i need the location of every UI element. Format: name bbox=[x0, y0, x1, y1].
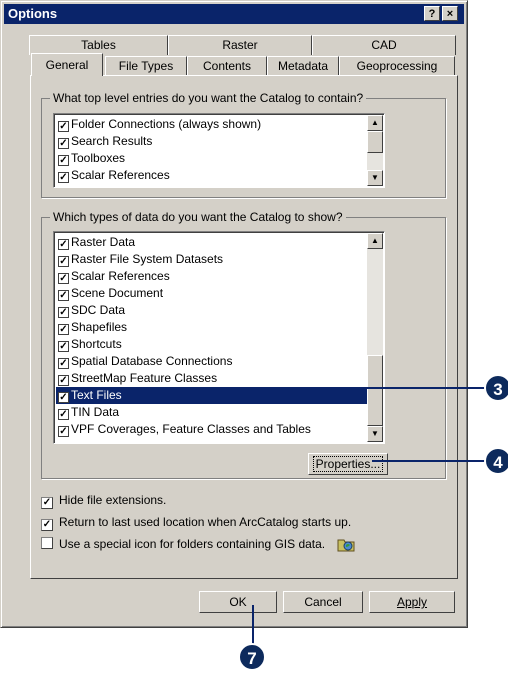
checkbox-icon[interactable]: ✓ bbox=[58, 375, 69, 386]
list-item[interactable]: ✓ VPF Coverages, Feature Classes and Tabl… bbox=[56, 421, 311, 438]
list-item[interactable]: ✓ Toolboxes bbox=[56, 150, 125, 167]
callout-4: 4 bbox=[484, 447, 508, 475]
checkbox-icon[interactable]: ✓ bbox=[58, 290, 69, 301]
data-types-group: Which types of data do you want the Cata… bbox=[41, 210, 446, 479]
ok-button[interactable]: OK bbox=[199, 591, 277, 613]
checkbox-icon[interactable]: ✓ bbox=[58, 121, 69, 132]
checkbox-icon[interactable]: ✓ bbox=[58, 307, 69, 318]
catalog-contents-legend: What top level entries do you want the C… bbox=[50, 91, 367, 105]
cancel-button[interactable]: Cancel bbox=[283, 591, 363, 613]
tab-tables[interactable]: Tables bbox=[29, 35, 168, 55]
list-item[interactable]: ✓ Shapefiles bbox=[56, 319, 127, 336]
scroll-down-icon[interactable]: ▼ bbox=[367, 426, 383, 442]
tab-file-types[interactable]: File Types bbox=[105, 56, 187, 76]
callout-line-3 bbox=[342, 387, 488, 389]
checkbox-icon[interactable] bbox=[41, 537, 53, 549]
list-item[interactable]: ✓ StreetMap Feature Classes bbox=[56, 370, 217, 387]
special-icon-option[interactable]: Use a special icon for folders containin… bbox=[41, 536, 355, 554]
list-item[interactable]: ✓ Raster Data bbox=[56, 234, 135, 251]
hide-extensions-option[interactable]: ✓ Hide file extensions. bbox=[41, 492, 166, 510]
list-item[interactable]: ✓ Raster File System Datasets bbox=[56, 251, 223, 268]
callout-line-4 bbox=[372, 460, 488, 462]
data-types-list[interactable]: ✓ Raster Data ✓ Raster File System Dataset… bbox=[53, 231, 385, 444]
list-item-selected[interactable]: ✓ Text Files bbox=[56, 387, 367, 404]
options-dialog: Options ? × Tables Raster CAD General Fi… bbox=[0, 0, 468, 628]
checkbox-icon[interactable]: ✓ bbox=[58, 256, 69, 267]
list-item[interactable]: ✓ Scalar References bbox=[56, 167, 170, 184]
apply-button[interactable]: Apply bbox=[369, 591, 455, 613]
list-item[interactable]: ✓ Folder Connections (always shown) bbox=[56, 116, 261, 133]
properties-button[interactable]: Properties... bbox=[308, 453, 388, 475]
checkbox-icon[interactable]: ✓ bbox=[58, 392, 69, 403]
list-item[interactable]: ✓ Spatial Database Connections bbox=[56, 353, 232, 370]
checkbox-icon[interactable]: ✓ bbox=[41, 519, 53, 531]
title-bar[interactable]: Options ? × bbox=[4, 4, 464, 24]
checkbox-icon[interactable]: ✓ bbox=[58, 409, 69, 420]
scroll-thumb[interactable] bbox=[367, 131, 383, 153]
checkbox-icon[interactable]: ✓ bbox=[58, 155, 69, 166]
tab-raster[interactable]: Raster bbox=[168, 35, 312, 55]
catalog-contents-list[interactable]: ✓ Folder Connections (always shown) ✓ Sear… bbox=[53, 113, 385, 188]
list-item[interactable]: ✓ TIN Data bbox=[56, 404, 119, 421]
checkbox-icon[interactable]: ✓ bbox=[58, 138, 69, 149]
list-item[interactable]: ✓ Search Results bbox=[56, 133, 152, 150]
list-item[interactable]: ✓ SDC Data bbox=[56, 302, 125, 319]
scroll-up-icon[interactable]: ▲ bbox=[367, 115, 383, 131]
scrollbar[interactable]: ▲ ▼ bbox=[367, 233, 383, 442]
tab-metadata[interactable]: Metadata bbox=[267, 56, 339, 76]
checkbox-icon[interactable]: ✓ bbox=[58, 324, 69, 335]
list-item[interactable]: ✓ Shortcuts bbox=[56, 336, 122, 353]
checkbox-icon[interactable]: ✓ bbox=[58, 273, 69, 284]
checkbox-icon[interactable]: ✓ bbox=[58, 239, 69, 250]
return-location-option[interactable]: ✓ Return to last used location when ArcCa… bbox=[41, 514, 351, 532]
checkbox-icon[interactable]: ✓ bbox=[58, 172, 69, 183]
tab-contents[interactable]: Contents bbox=[187, 56, 267, 76]
list-item[interactable]: ✓ Scalar References bbox=[56, 268, 170, 285]
close-button[interactable]: × bbox=[442, 6, 458, 21]
list-item[interactable]: ✓ Scene Document bbox=[56, 285, 163, 302]
scrollbar[interactable]: ▲ ▼ bbox=[367, 115, 383, 186]
data-types-legend: Which types of data do you want the Cata… bbox=[50, 210, 346, 224]
gis-folder-icon bbox=[337, 536, 355, 556]
scroll-up-icon[interactable]: ▲ bbox=[367, 233, 383, 249]
tab-cad[interactable]: CAD bbox=[312, 35, 456, 55]
tab-geoprocessing[interactable]: Geoprocessing bbox=[339, 56, 455, 76]
callout-line-7 bbox=[252, 605, 254, 647]
scroll-thumb[interactable] bbox=[367, 355, 383, 426]
scroll-down-icon[interactable]: ▼ bbox=[367, 170, 383, 186]
window-title: Options bbox=[8, 6, 58, 21]
catalog-contents-group: What top level entries do you want the C… bbox=[41, 91, 446, 198]
help-button[interactable]: ? bbox=[424, 6, 440, 21]
checkbox-icon[interactable]: ✓ bbox=[58, 426, 69, 437]
tab-general[interactable]: General bbox=[31, 53, 103, 76]
callout-7: 7 bbox=[238, 643, 266, 671]
checkbox-icon[interactable]: ✓ bbox=[58, 341, 69, 352]
checkbox-icon[interactable]: ✓ bbox=[58, 358, 69, 369]
callout-3: 3 bbox=[484, 374, 508, 402]
checkbox-icon[interactable]: ✓ bbox=[41, 497, 53, 509]
